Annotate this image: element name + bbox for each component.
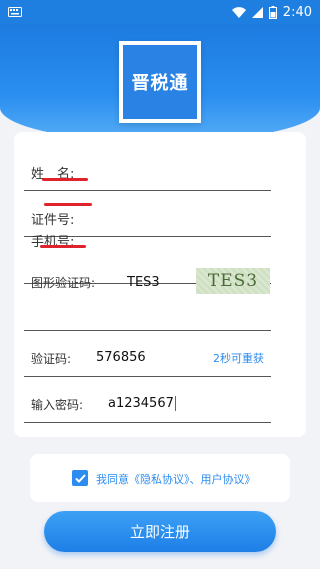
phone-error-underline [40, 245, 86, 248]
password-label: 输入密码: [31, 398, 84, 412]
text-cursor [174, 396, 176, 411]
app-logo: 晋税通 [119, 41, 201, 123]
status-right: 2:40 [231, 4, 312, 20]
sms-code-input[interactable]: 576856 [96, 350, 146, 365]
check-icon [74, 473, 86, 483]
status-left [8, 7, 22, 17]
id-label: 证件号: [31, 213, 75, 228]
agreement-text-link[interactable]: 我同意《隐私协议》、用户协议》 [96, 471, 256, 487]
image-captcha-label: 图形验证码: [31, 276, 96, 290]
sms-code-field[interactable] [24, 376, 271, 377]
image-captcha-field[interactable] [24, 330, 271, 331]
name-field[interactable] [24, 190, 271, 191]
keyboard-icon [8, 7, 22, 17]
name-error-underline [42, 178, 88, 181]
register-button[interactable]: 立即注册 [44, 511, 276, 552]
password-field[interactable] [24, 422, 271, 423]
password-input[interactable]: a1234567 [108, 396, 176, 411]
id-error-underline [44, 203, 92, 206]
sms-code-label: 验证码: [31, 352, 72, 366]
signal-icon [251, 6, 263, 18]
resend-code-button[interactable]: 2秒可重获 [213, 350, 264, 366]
status-time: 2:40 [282, 4, 312, 20]
app-logo-text: 晋税通 [123, 45, 197, 119]
agreement-checkbox[interactable] [72, 470, 88, 486]
wifi-icon [231, 6, 246, 18]
status-bar: 2:40 [0, 0, 320, 24]
password-value: a1234567 [108, 396, 174, 411]
battery-icon [268, 5, 277, 19]
captcha-image[interactable]: TES3 [196, 268, 270, 294]
image-captcha-input[interactable]: TES3 [127, 275, 160, 290]
captcha-image-text: TES3 [207, 271, 259, 291]
